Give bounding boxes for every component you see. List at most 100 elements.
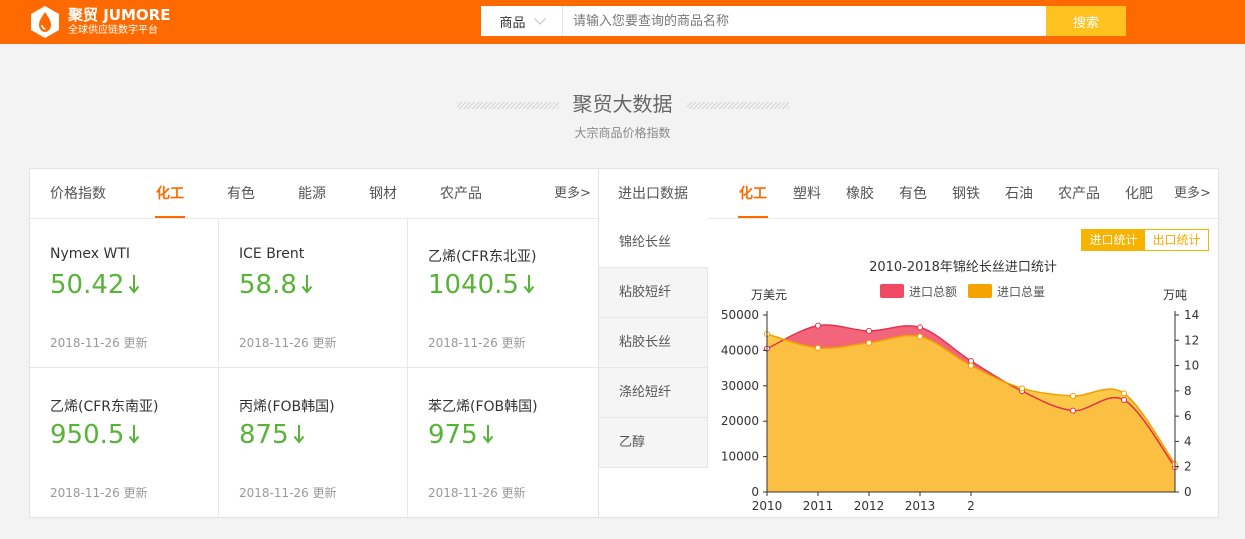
data-point	[815, 344, 821, 351]
left-tick-label: 0	[751, 485, 759, 499]
tab-energy[interactable]: 能源	[298, 169, 326, 218]
right-axis-label: 万吨	[1163, 288, 1187, 302]
tab-nonferrous[interactable]: 有色	[899, 169, 927, 218]
commodity-name: 乙烯(CFR东北亚)	[428, 249, 537, 265]
product-item[interactable]: 粘胶短纤	[599, 268, 708, 318]
more-link[interactable]: 更多>	[1174, 169, 1211, 218]
data-point	[866, 327, 872, 334]
top-header: 聚贸 JUMORE 全球供应链数字平台 商品 搜索	[0, 0, 1245, 44]
section-subtitle: 大宗商品价格指数	[574, 126, 671, 140]
down-arrow-icon	[129, 275, 140, 294]
update-date: 2018-11-26 更新	[239, 486, 337, 500]
data-point	[1019, 385, 1025, 392]
commodity-price: 950.5	[50, 420, 140, 450]
data-point	[1070, 392, 1076, 399]
legend-label: 进口总量	[997, 285, 1045, 299]
tab-petroleum[interactable]: 石油	[1005, 169, 1033, 218]
price-card[interactable]: Nymex WTI 50.42 2018-11-26 更新	[30, 218, 219, 368]
price-card[interactable]: 苯乙烯(FOB韩国) 975 2018-11-26 更新	[408, 368, 598, 517]
trade-data-heading: 进出口数据	[618, 186, 688, 202]
search-category-select[interactable]: 商品	[481, 6, 563, 36]
search-input[interactable]	[563, 6, 1046, 36]
right-tick-label: 4	[1184, 434, 1192, 448]
data-point	[866, 339, 872, 346]
tab-chemicals[interactable]: 化工	[155, 169, 185, 218]
series-area-import-volume	[767, 333, 1175, 492]
commodity-name: 苯乙烯(FOB韩国)	[428, 399, 538, 415]
tab-agriculture[interactable]: 农产品	[440, 169, 482, 218]
logo-tagline: 全球供应链数字平台	[68, 25, 158, 36]
price-card[interactable]: 乙烯(CFR东南亚) 950.5 2018-11-26 更新	[30, 368, 219, 517]
price-card[interactable]: 丙烯(FOB韩国) 875 2018-11-26 更新	[219, 368, 408, 517]
right-tick-label: 10	[1184, 359, 1199, 373]
data-point	[1121, 396, 1127, 403]
product-item[interactable]: 锦纶长丝	[599, 218, 708, 268]
commodity-price: 975	[428, 420, 494, 450]
price-cards: Nymex WTI 50.42 2018-11-26 更新 ICE Brent …	[30, 218, 598, 517]
trade-data-tabs: 进出口数据 化工 塑料 橡胶 有色 钢铁 石油 农产品 化肥 更多>	[599, 169, 1218, 219]
product-item[interactable]: 涤纶短纤	[599, 368, 708, 418]
title-decoration-right	[686, 102, 789, 109]
legend-swatch	[880, 284, 904, 298]
legend-swatch	[968, 284, 992, 298]
down-arrow-icon	[293, 425, 304, 444]
search-button[interactable]: 搜索	[1046, 6, 1126, 36]
more-link[interactable]: 更多>	[554, 169, 591, 218]
tab-steel[interactable]: 钢材	[369, 169, 397, 218]
chevron-down-icon	[533, 13, 546, 25]
left-tick-label: 30000	[721, 379, 759, 393]
section-title-text: 聚贸大数据	[572, 92, 673, 116]
down-arrow-icon	[301, 275, 313, 294]
site-logo[interactable]: 聚贸 JUMORE 全球供应链数字平台	[28, 5, 170, 39]
data-point	[968, 362, 974, 369]
price-card[interactable]: 乙烯(CFR东北亚) 1040.5 2018-11-26 更新	[408, 218, 598, 368]
chart-title: 2010-2018年锦纶长丝进口统计	[869, 260, 1057, 275]
export-stats-button[interactable]: 出口统计	[1145, 230, 1208, 250]
left-tick-label: 50000	[721, 308, 759, 322]
down-arrow-icon	[129, 425, 140, 444]
commodity-name: Nymex WTI	[50, 246, 131, 262]
right-tick-label: 0	[1184, 485, 1192, 499]
product-item[interactable]: 乙醇	[599, 418, 708, 468]
tab-agriculture[interactable]: 农产品	[1058, 169, 1100, 218]
logo-icon	[31, 6, 59, 38]
product-list: 锦纶长丝 粘胶短纤 粘胶长丝 涤纶短纤 乙醇	[599, 218, 709, 468]
data-point	[1121, 390, 1127, 397]
data-point	[917, 333, 923, 340]
update-date: 2018-11-26 更新	[428, 486, 526, 500]
right-tick-label: 14	[1184, 308, 1199, 322]
data-point	[1070, 407, 1076, 414]
left-tick-label: 10000	[721, 450, 759, 464]
down-arrow-icon	[482, 425, 493, 444]
price-card[interactable]: ICE Brent 58.8 2018-11-26 更新	[219, 218, 408, 368]
right-tick-label: 2	[1184, 460, 1192, 474]
x-tick-label: 2011	[803, 499, 834, 513]
x-tick-label: 2	[967, 499, 975, 513]
import-stats-button[interactable]: 进口统计	[1082, 230, 1145, 250]
price-index-panel: 价格指数 化工 有色 能源 钢材 农产品 更多> Nymex WTI 50.42…	[29, 168, 599, 518]
update-date: 2018-11-26 更新	[50, 486, 148, 500]
down-arrow-icon	[523, 275, 535, 294]
update-date: 2018-11-26 更新	[50, 336, 148, 350]
commodity-name: ICE Brent	[239, 246, 305, 262]
right-tick-label: 12	[1184, 333, 1199, 347]
tab-fertilizer[interactable]: 化肥	[1125, 169, 1153, 218]
commodity-name: 丙烯(FOB韩国)	[239, 399, 335, 415]
section-title: 聚贸大数据	[0, 88, 1245, 117]
import-chart: 2010-2018年锦纶长丝进口统计进口总额 进口总量 万美元 万吨 0 10000 200…	[721, 260, 1199, 513]
update-date: 2018-11-26 更新	[428, 336, 526, 350]
tab-chemicals[interactable]: 化工	[738, 169, 768, 218]
tab-iron-steel[interactable]: 钢铁	[952, 169, 980, 218]
right-tick-label: 8	[1184, 384, 1192, 398]
title-decoration-left	[456, 102, 559, 109]
left-tick-label: 40000	[721, 343, 759, 357]
search-category-label: 商品	[499, 15, 526, 31]
x-tick-label: 2010	[752, 499, 783, 513]
tab-plastics[interactable]: 塑料	[793, 169, 821, 218]
search-bar: 商品 搜索	[481, 6, 1126, 36]
commodity-name: 乙烯(CFR东南亚)	[50, 399, 159, 415]
right-tick-label: 6	[1184, 409, 1192, 423]
product-item[interactable]: 粘胶长丝	[599, 318, 708, 368]
tab-rubber[interactable]: 橡胶	[846, 169, 874, 218]
tab-nonferrous[interactable]: 有色	[227, 169, 255, 218]
